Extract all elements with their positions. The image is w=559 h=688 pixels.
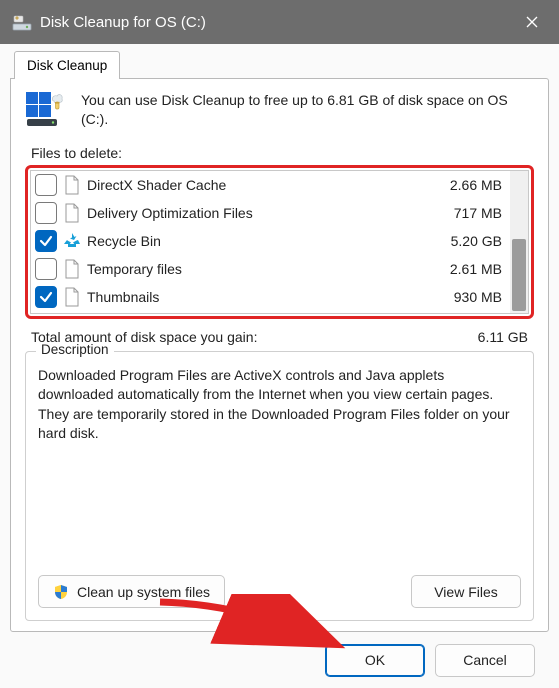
checkbox[interactable]	[35, 286, 57, 308]
clean-system-files-button[interactable]: Clean up system files	[38, 575, 225, 608]
file-icon	[63, 202, 81, 224]
view-files-button[interactable]: View Files	[411, 575, 521, 608]
checkbox[interactable]	[35, 258, 57, 280]
scrollbar-thumb[interactable]	[512, 239, 526, 311]
file-size: 717 MB	[432, 205, 504, 221]
file-row[interactable]: Delivery Optimization Files 717 MB	[31, 199, 510, 227]
ok-button[interactable]: OK	[325, 644, 425, 677]
file-row[interactable]: Temporary files 2.61 MB	[31, 255, 510, 283]
window-title: Disk Cleanup for OS (C:)	[40, 14, 206, 31]
description-heading: Description	[36, 342, 114, 357]
intro-row: You can use Disk Cleanup to free up to 6…	[25, 91, 534, 129]
titlebar: Disk Cleanup for OS (C:)	[0, 0, 559, 44]
checkbox[interactable]	[35, 174, 57, 196]
file-icon	[63, 174, 81, 196]
checkbox[interactable]	[35, 230, 57, 252]
drive-cleanup-icon	[12, 12, 32, 32]
shield-icon	[53, 584, 69, 600]
disk-cleanup-illustration-icon	[25, 91, 67, 129]
tab-strip: Disk Cleanup	[10, 50, 549, 78]
view-files-label: View Files	[434, 584, 498, 600]
file-list-highlight: DirectX Shader Cache 2.66 MB Delivery Opti…	[25, 165, 534, 319]
tab-disk-cleanup[interactable]: Disk Cleanup	[14, 51, 120, 79]
file-label: Recycle Bin	[87, 233, 426, 249]
file-row[interactable]: Thumbnails 930 MB	[31, 283, 510, 311]
scrollbar[interactable]	[510, 171, 528, 313]
file-label: Delivery Optimization Files	[87, 205, 426, 221]
file-size: 930 MB	[432, 289, 504, 305]
footer: OK Cancel	[10, 632, 549, 688]
file-size: 2.66 MB	[432, 177, 504, 193]
description-text: Downloaded Program Files are ActiveX con…	[38, 366, 521, 443]
intro-text: You can use Disk Cleanup to free up to 6…	[81, 91, 534, 129]
ok-label: OK	[365, 652, 385, 668]
recycle-bin-icon	[63, 230, 81, 252]
file-row[interactable]: DirectX Shader Cache 2.66 MB	[31, 171, 510, 199]
tab-body: You can use Disk Cleanup to free up to 6…	[10, 78, 549, 632]
description-group: Description Downloaded Program Files are…	[25, 351, 534, 621]
file-label: Temporary files	[87, 261, 426, 277]
checkbox[interactable]	[35, 202, 57, 224]
file-icon	[63, 286, 81, 308]
file-row[interactable]: Recycle Bin 5.20 GB	[31, 227, 510, 255]
file-size: 2.61 MB	[432, 261, 504, 277]
file-size: 5.20 GB	[432, 233, 504, 249]
file-label: DirectX Shader Cache	[87, 177, 426, 193]
file-list: DirectX Shader Cache 2.66 MB Delivery Opti…	[30, 170, 529, 314]
cancel-button[interactable]: Cancel	[435, 644, 535, 677]
cancel-label: Cancel	[463, 652, 507, 668]
close-icon	[526, 16, 538, 28]
clean-system-files-label: Clean up system files	[77, 584, 210, 600]
total-value: 6.11 GB	[478, 329, 528, 345]
file-icon	[63, 258, 81, 280]
files-to-delete-label: Files to delete:	[31, 145, 534, 161]
close-button[interactable]	[509, 0, 555, 44]
file-label: Thumbnails	[87, 289, 426, 305]
